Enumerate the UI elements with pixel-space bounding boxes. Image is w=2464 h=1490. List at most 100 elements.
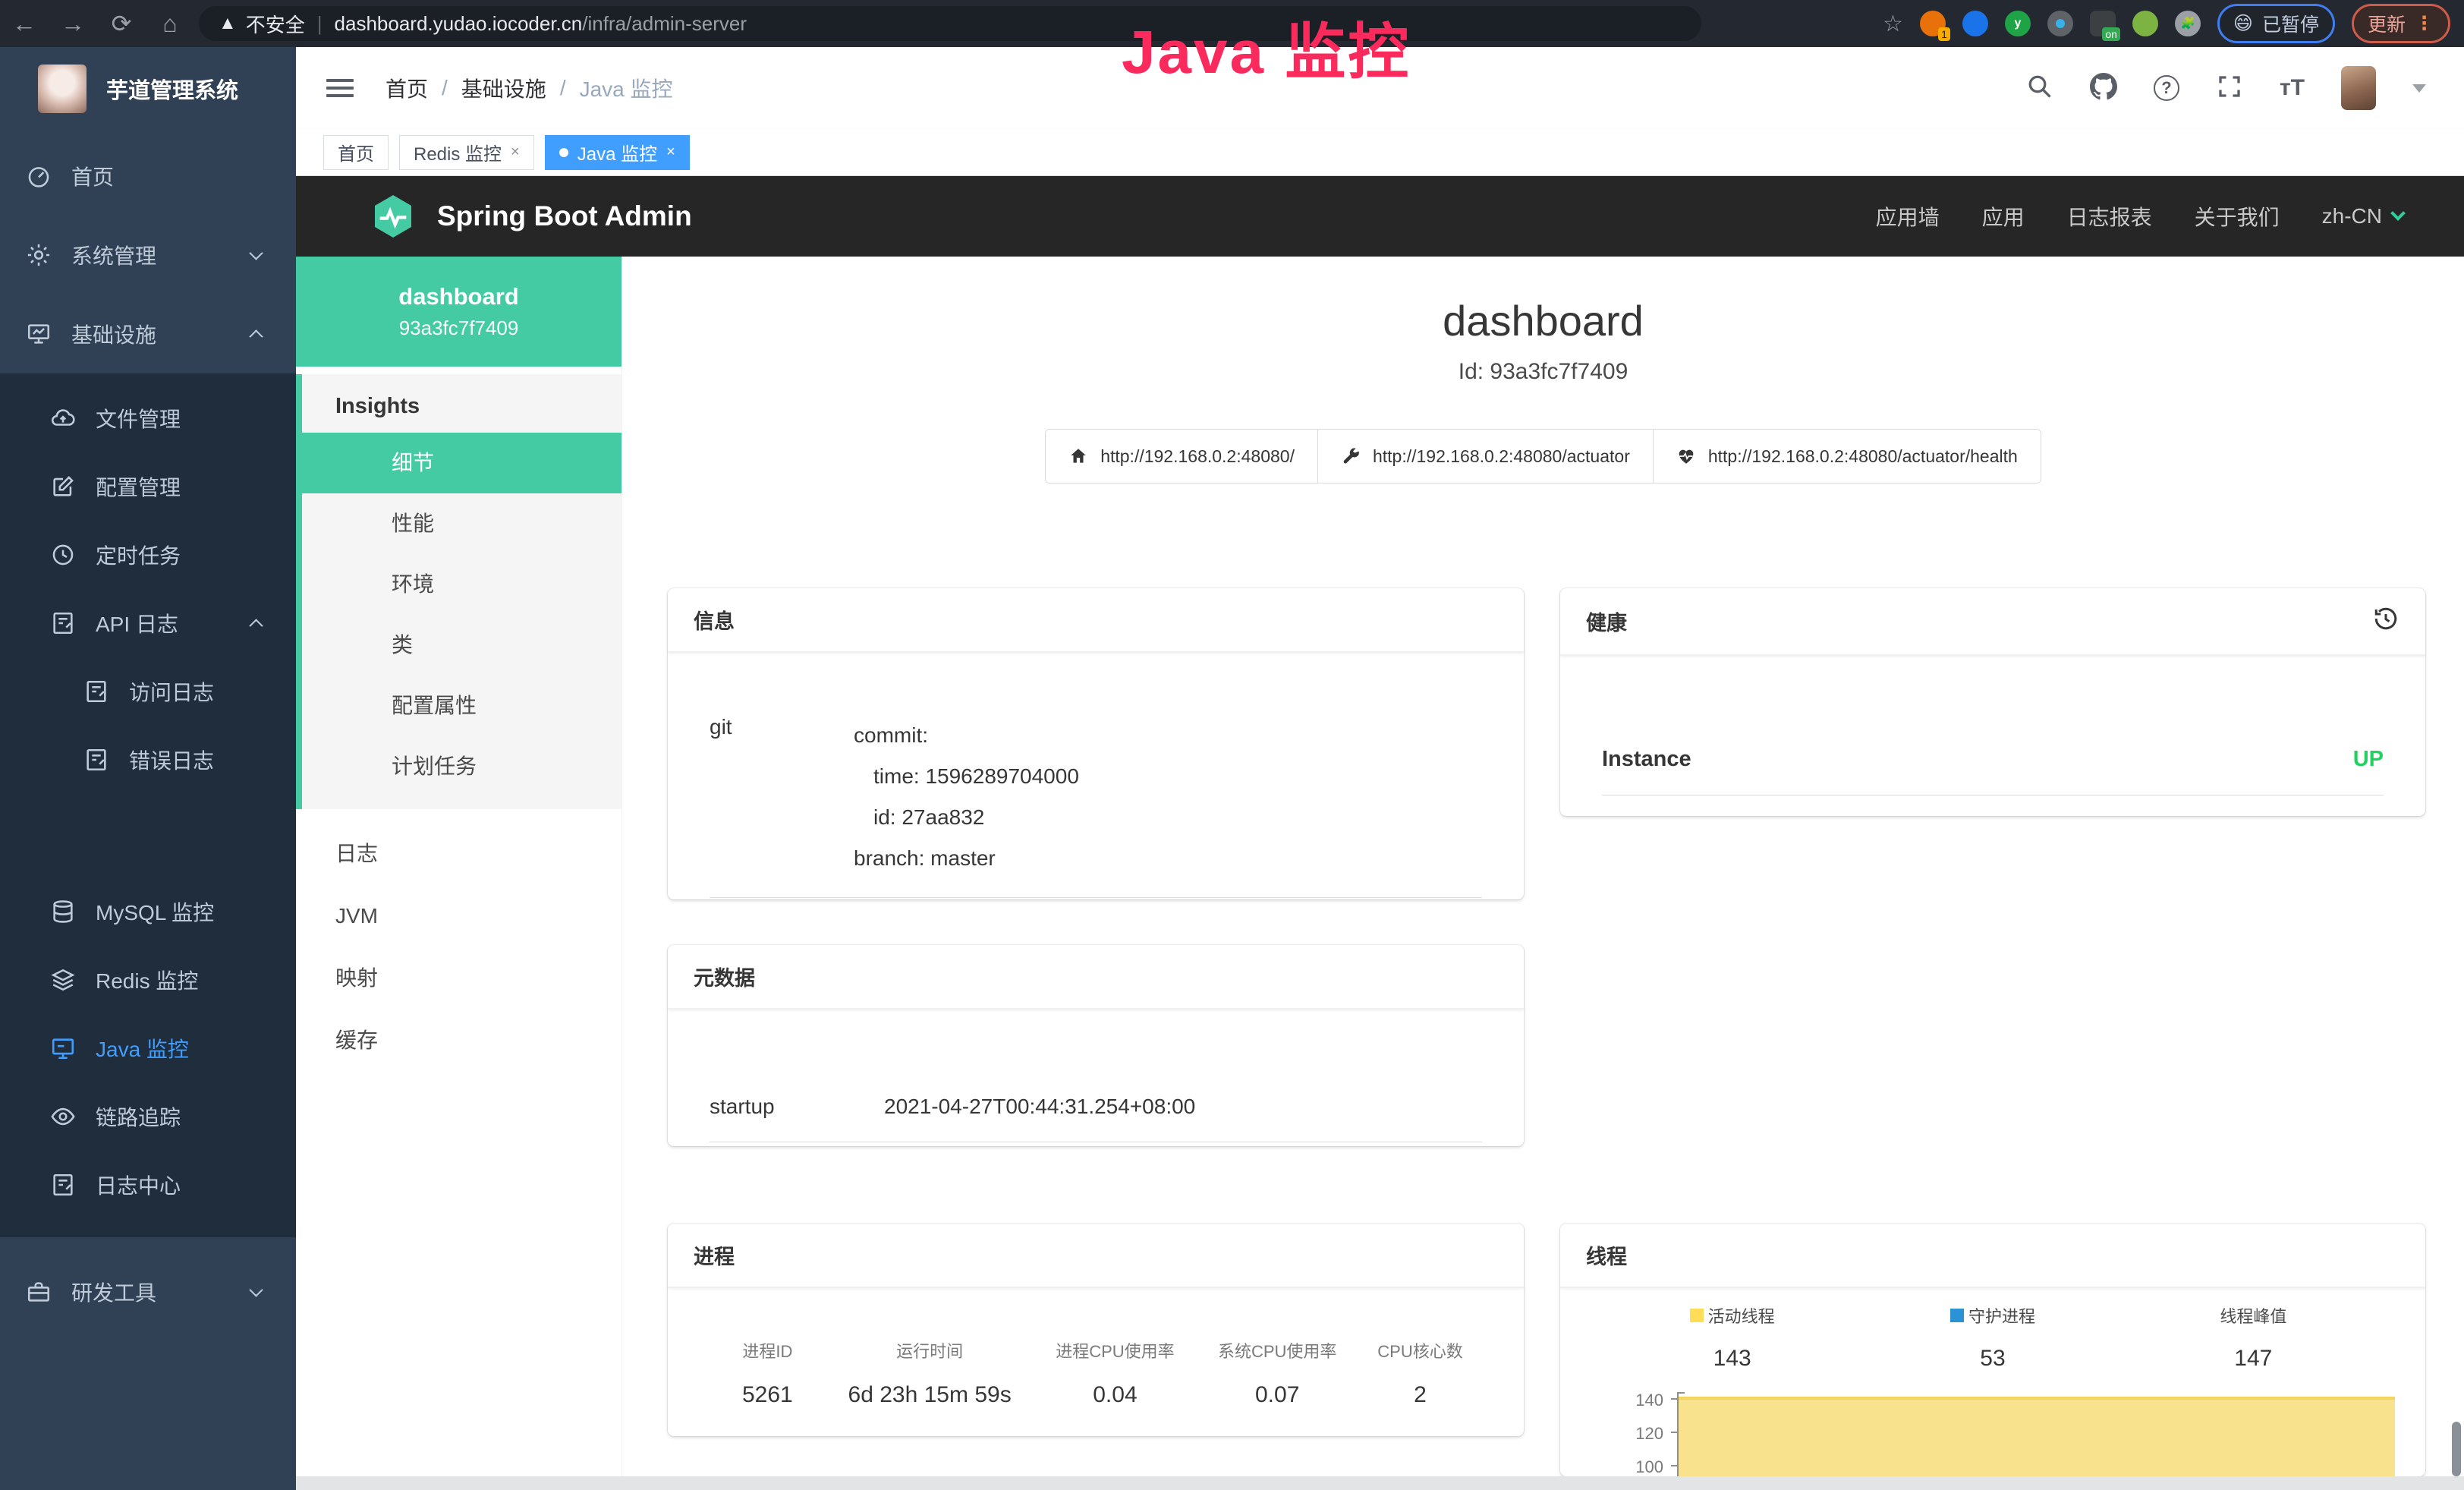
sba-menu-jvm[interactable]: JVM: [296, 885, 622, 947]
sba-brand[interactable]: Spring Boot Admin: [369, 192, 692, 241]
sidebar-item-redis-monitor[interactable]: Redis 监控: [0, 946, 296, 1014]
font-size-icon[interactable]: тT: [2280, 75, 2305, 101]
edit-icon: [50, 474, 76, 499]
chevron-down-icon: [2390, 206, 2406, 221]
extension-switch-icon[interactable]: on: [2090, 11, 2116, 36]
chevron-down-icon: [249, 246, 263, 260]
threads-card: 线程 活动线程 143 守护进程 53 线程峰值 147: [1560, 1224, 2425, 1476]
process-card: 进程 进程ID5261 运行时间6d 23h 15m 59s 进程CPU使用率0…: [668, 1224, 1524, 1436]
user-avatar[interactable]: [2341, 66, 2376, 110]
close-icon[interactable]: ×: [666, 143, 675, 161]
fullscreen-icon[interactable]: [2216, 73, 2243, 104]
sidebar-item-config-management[interactable]: 配置管理: [0, 452, 296, 521]
process-header-pid: 进程ID: [710, 1338, 826, 1362]
extension-orange-icon[interactable]: 1: [1920, 11, 1946, 36]
search-icon[interactable]: [2026, 73, 2053, 104]
avatar-caret-icon[interactable]: [2412, 84, 2426, 93]
health-history-icon[interactable]: [2372, 605, 2399, 638]
log-edit-icon: [50, 610, 76, 636]
sba-locale-select[interactable]: zh-CN: [2322, 204, 2403, 228]
window-bottom-edge: [296, 1476, 2464, 1490]
extension-grid-icon[interactable]: [2047, 11, 2073, 36]
tab-home[interactable]: 首页: [323, 135, 389, 170]
health-instance-row[interactable]: Instance UP: [1602, 747, 2384, 795]
sidebar-item-log-center[interactable]: 日志中心: [0, 1151, 296, 1219]
close-icon[interactable]: ×: [511, 143, 520, 161]
chevron-up-icon: [249, 619, 263, 632]
browser-actions: ☆ 1 y on 🧩 😄 已暂停 更新 ⋮: [1883, 4, 2464, 43]
breadcrumb-infrastructure[interactable]: 基础设施: [461, 73, 546, 103]
extension-pin-icon[interactable]: [1962, 11, 1988, 36]
sidebar-item-scheduled-tasks[interactable]: 定时任务: [0, 521, 296, 589]
tab-redis-monitor[interactable]: Redis 监控 ×: [399, 135, 534, 170]
github-icon[interactable]: [2090, 73, 2117, 104]
sidebar-item-file-management[interactable]: 文件管理: [0, 384, 296, 452]
sidebar-item-mysql-monitor[interactable]: MySQL 监控: [0, 877, 296, 946]
sba-instance-header[interactable]: dashboard 93a3fc7f7409: [296, 257, 622, 367]
home-icon[interactable]: ⌂: [146, 0, 194, 47]
sba-menu-classes[interactable]: 类: [302, 615, 622, 676]
sba-menu-scheduled-tasks[interactable]: 计划任务: [302, 736, 622, 797]
admin-sidebar: 芋道管理系统 首页 系统管理 基础设施 文件管理 配置管理: [0, 47, 296, 1490]
sba-menu-details[interactable]: 细节: [296, 433, 622, 493]
process-value-cores: 2: [1358, 1382, 1482, 1408]
sidebar-item-home[interactable]: 首页: [0, 137, 296, 216]
sba-nav-wallboard[interactable]: 应用墙: [1876, 201, 1940, 232]
tab-java-monitor[interactable]: Java 监控 ×: [545, 135, 690, 170]
forward-icon[interactable]: →: [49, 0, 97, 47]
sidebar-item-access-logs[interactable]: 访问日志: [0, 657, 296, 726]
health-card-header: 健康: [1560, 588, 2425, 656]
url-host: dashboard.yudao.iocoder.cn: [335, 12, 583, 36]
sidebar-item-error-logs[interactable]: 错误日志: [0, 726, 296, 794]
legend-daemon-label: 守护进程: [1968, 1303, 2035, 1328]
sba-menu-logs[interactable]: 日志: [296, 823, 622, 885]
extension-y-icon[interactable]: y: [2005, 11, 2031, 36]
reload-icon[interactable]: ⟳: [97, 0, 146, 47]
sba-menu-config-props[interactable]: 配置属性: [302, 676, 622, 736]
sidebar-item-tracing[interactable]: 链路追踪: [0, 1082, 296, 1151]
health-url-button[interactable]: http://192.168.0.2:48080/actuator/health: [1653, 429, 2041, 484]
hamburger-icon[interactable]: [326, 74, 354, 102]
update-button[interactable]: 更新 ⋮: [2352, 4, 2450, 43]
active-dot-icon: [559, 148, 568, 157]
health-card: 健康 Instance UP: [1560, 588, 2425, 816]
breadcrumb-home[interactable]: 首页: [385, 73, 428, 103]
sba-detail-content: dashboard Id: 93a3fc7f7409 http://192.16…: [622, 257, 2464, 1490]
paused-emoji-icon: 😄: [2233, 12, 2253, 35]
sidebar-item-java-monitor[interactable]: Java 监控: [0, 1014, 296, 1082]
extensions-puzzle-icon[interactable]: 🧩: [2175, 11, 2201, 36]
metadata-card-header: 元数据: [668, 945, 1524, 1010]
sba-menu-top-items: 日志 JVM 映射 缓存: [296, 823, 622, 1072]
instance-title: dashboard: [622, 296, 2464, 345]
back-icon[interactable]: ←: [0, 0, 49, 47]
app-logo-row[interactable]: 芋道管理系统: [0, 47, 296, 131]
paused-badge[interactable]: 😄 已暂停: [2217, 4, 2335, 43]
history-icon: [50, 542, 76, 568]
sba-nav-about[interactable]: 关于我们: [2195, 201, 2280, 232]
app-header: 首页 / 基础设施 / Java 监控 ? тT: [296, 47, 2464, 129]
sidebar-item-dev-tools[interactable]: 研发工具: [0, 1252, 296, 1331]
address-bar[interactable]: ▲ 不安全 | dashboard.yudao.iocoder.cn /infr…: [199, 6, 1701, 41]
sba-menu-mappings[interactable]: 映射: [296, 947, 622, 1010]
bookmark-star-icon[interactable]: ☆: [1883, 11, 1903, 37]
sba-menu-caches[interactable]: 缓存: [296, 1010, 622, 1072]
browser-menu-icon[interactable]: ⋮: [2415, 12, 2434, 35]
scrollbar-thumb[interactable]: [2452, 1422, 2461, 1476]
process-value-proc-cpu: 0.04: [1034, 1382, 1197, 1408]
sba-menu-environment[interactable]: 环境: [302, 554, 622, 615]
help-icon[interactable]: ?: [2154, 75, 2179, 101]
sba-menu-metrics[interactable]: 性能: [302, 493, 622, 554]
actuator-url-button[interactable]: http://192.168.0.2:48080/actuator: [1317, 429, 1654, 484]
service-url-button[interactable]: http://192.168.0.2:48080/: [1045, 429, 1318, 484]
legend-daemon-value: 53: [1862, 1346, 2123, 1372]
sba-nav-journal[interactable]: 日志报表: [2067, 201, 2152, 232]
sidebar-item-system[interactable]: 系统管理: [0, 216, 296, 295]
extension-leaf-icon[interactable]: [2132, 11, 2158, 36]
sidebar-item-infrastructure[interactable]: 基础设施: [0, 295, 296, 373]
process-value-sys-cpu: 0.07: [1196, 1382, 1358, 1408]
heartbeat-icon: [1676, 446, 1696, 466]
sba-nav-applications[interactable]: 应用: [1982, 201, 2025, 232]
insights-section: Insights 细节 性能 环境 类 配置属性 计划任务: [296, 374, 622, 809]
info-card-header: 信息: [668, 588, 1524, 653]
sidebar-item-api-logs[interactable]: API 日志: [0, 589, 296, 657]
